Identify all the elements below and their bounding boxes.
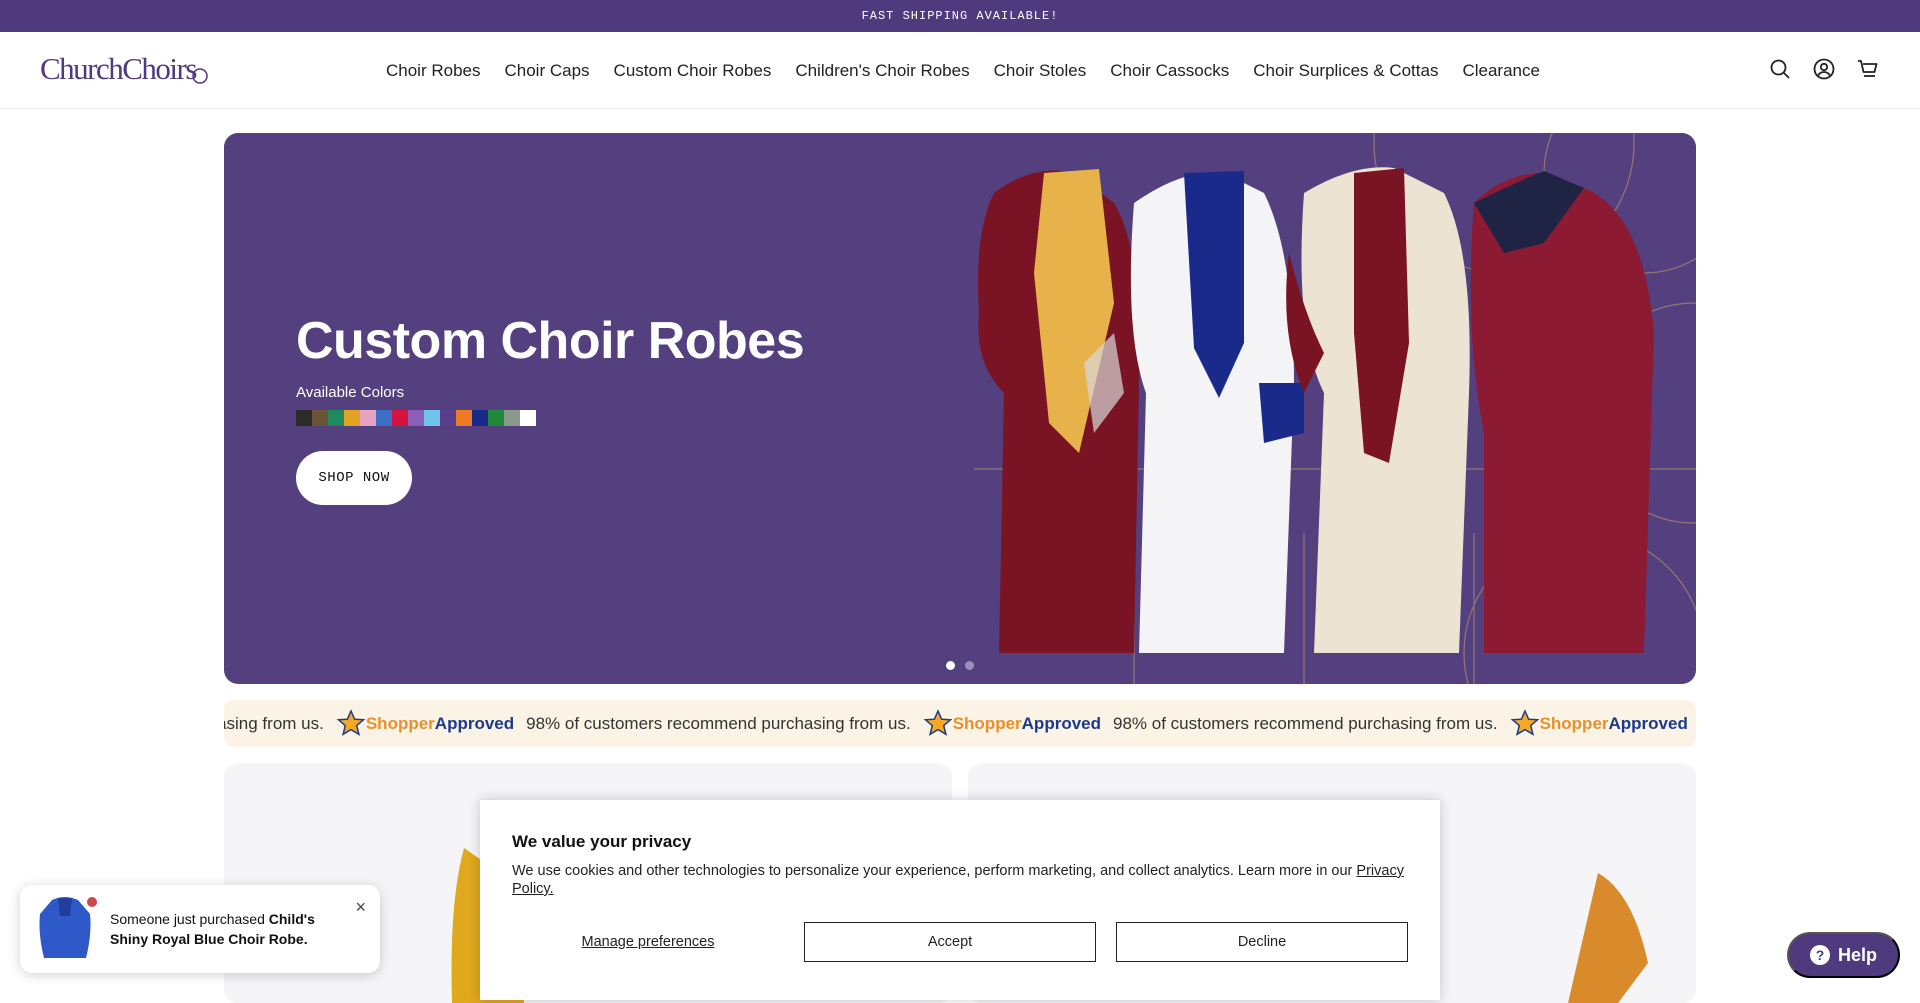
shopper-approved-logo: Shopper Approved [336, 708, 514, 739]
brand-logo[interactable]: ChurchChoirs [40, 52, 240, 86]
color-swatch[interactable] [440, 410, 456, 426]
announcement-text: FAST SHIPPING AVAILABLE! [861, 9, 1059, 23]
help-icon: ? [1809, 945, 1830, 965]
color-swatch[interactable] [376, 410, 392, 426]
color-swatch[interactable] [472, 410, 488, 426]
nav-item-choir-robes[interactable]: Choir Robes [386, 61, 481, 81]
color-swatch[interactable] [328, 410, 344, 426]
color-swatch[interactable] [360, 410, 376, 426]
color-swatch[interactable] [424, 410, 440, 426]
shopper-approved-logo: Shopper Approved [923, 708, 1101, 739]
recent-purchase-toast: Someone just purchased Child's Shiny Roy… [20, 885, 380, 973]
color-swatches [296, 410, 536, 426]
color-swatch[interactable] [456, 410, 472, 426]
cookie-body: We use cookies and other technologies to… [512, 863, 1404, 897]
toast-message: Someone just purchased Child's Shiny Roy… [110, 911, 315, 947]
cookie-consent-dialog: We value your privacy We use cookies and… [480, 800, 1440, 1000]
nav-item-choir-cassocks[interactable]: Choir Cassocks [1110, 61, 1229, 81]
accept-button[interactable]: Accept [804, 922, 1096, 962]
ticker-text: 98% of customers recommend purchasing fr… [526, 713, 911, 733]
reviews-ticker: urchasing from us. ShopperApproved 98% o… [224, 700, 1696, 747]
search-icon[interactable] [1768, 57, 1792, 81]
shopper-approved-logo: Shopper Approved [1510, 708, 1688, 739]
hero-banner: Custom Choir Robes Available Colors SHOP… [224, 133, 1696, 684]
cart-icon[interactable] [1856, 57, 1880, 81]
available-colors-label: Available Colors [296, 384, 405, 401]
blue-robe-thumbnail [39, 897, 97, 958]
star-icon [1510, 708, 1539, 736]
account-icon[interactable] [1812, 57, 1836, 81]
slide-dot-active[interactable] [946, 661, 955, 670]
color-swatch[interactable] [296, 410, 312, 426]
cookie-title: We value your privacy [512, 832, 692, 851]
ticker-text: 98% of customers recommend purchasing fr… [1113, 713, 1498, 733]
star-icon [923, 708, 953, 736]
color-swatch[interactable] [520, 410, 536, 426]
cookie-actions: Manage preferences Accept Decline [512, 922, 1408, 962]
color-swatch[interactable] [408, 410, 424, 426]
help-label: Help [1837, 944, 1877, 965]
nav-item-choir-surplices-cottas[interactable]: Choir Surplices & Cottas [1253, 61, 1438, 81]
decline-button[interactable]: Decline [1116, 922, 1408, 962]
nav-item-choir-caps[interactable]: Choir Caps [505, 61, 590, 81]
slide-indicators [946, 661, 974, 670]
color-swatch[interactable] [344, 410, 360, 426]
help-button[interactable]: ? Help [1787, 932, 1900, 978]
site-header: ChurchChoirs Choir Robes Choir Caps Cust… [0, 32, 1920, 109]
shop-now-button[interactable]: SHOP NOW [296, 451, 412, 505]
header-actions [1768, 57, 1880, 81]
svg-text:ChurchChoirs: ChurchChoirs [40, 52, 196, 86]
star-icon [336, 708, 366, 736]
close-icon[interactable]: × [355, 897, 366, 918]
hero-title: Custom Choir Robes [296, 312, 805, 370]
nav-item-choir-stoles[interactable]: Choir Stoles [994, 61, 1087, 81]
color-swatch[interactable] [488, 410, 504, 426]
slide-dot[interactable] [965, 661, 974, 670]
manage-preferences-link[interactable]: Manage preferences [512, 922, 784, 962]
choir-robes-image [974, 133, 1696, 684]
announcement-bar: FAST SHIPPING AVAILABLE! [0, 0, 1920, 32]
color-swatch[interactable] [312, 410, 328, 426]
ticker-text: urchasing from us. [224, 713, 324, 733]
churchchoirs-logo: ChurchChoirs [40, 52, 208, 86]
nav-item-clearance[interactable]: Clearance [1462, 61, 1540, 81]
nav-item-childrens-choir-robes[interactable]: Children's Choir Robes [795, 61, 969, 81]
nav-item-custom-choir-robes[interactable]: Custom Choir Robes [614, 61, 772, 81]
color-swatch[interactable] [392, 410, 408, 426]
ticker-track: urchasing from us. ShopperApproved 98% o… [224, 700, 1696, 747]
color-swatch[interactable] [504, 410, 520, 426]
main-nav: Choir Robes Choir Caps Custom Choir Robe… [386, 32, 1540, 109]
